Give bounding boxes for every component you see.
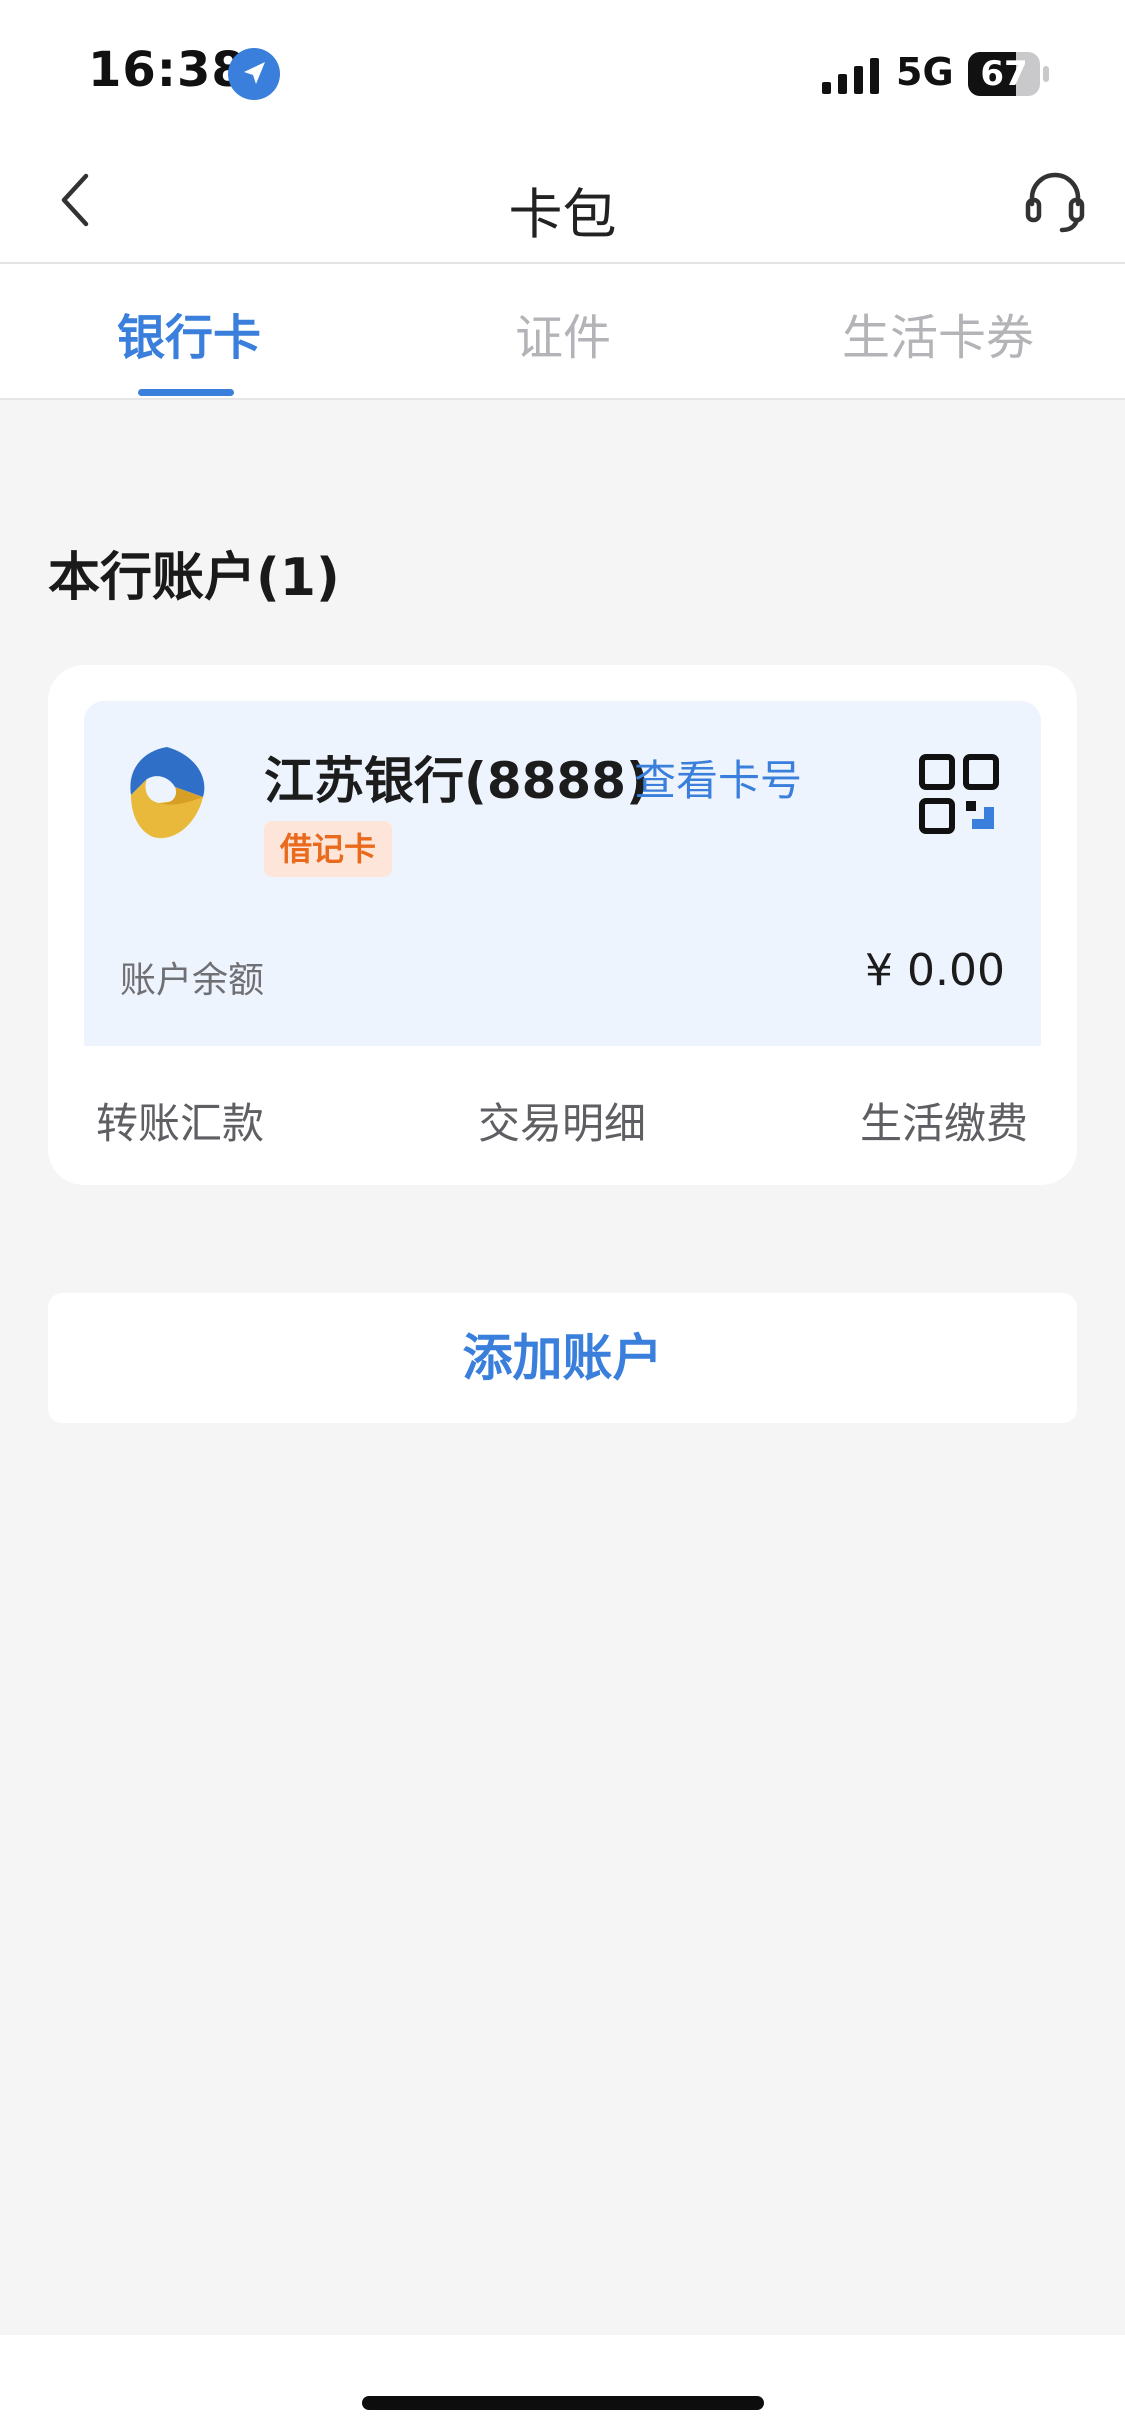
card-summary[interactable]: 江苏银行(8888) 查看卡号 借记卡 账户余额 ¥ 0.00 xyxy=(84,701,1041,1046)
tab-certificates[interactable]: 证件 xyxy=(515,298,611,368)
section-title: 本行账户(1) xyxy=(48,548,340,608)
tab-active-indicator xyxy=(138,389,234,396)
network-label: 5G xyxy=(896,50,954,94)
balance-value: ¥ 0.00 xyxy=(865,945,1005,996)
tab-life-coupons[interactable]: 生活卡券 xyxy=(842,298,1034,368)
status-time: 16:38 xyxy=(88,42,246,98)
action-utility-payment[interactable]: 生活缴费 xyxy=(860,1090,1028,1151)
bottom-safe-area xyxy=(0,2335,1125,2435)
battery-level: 67 xyxy=(980,54,1028,94)
account-card[interactable]: 江苏银行(8888) 查看卡号 借记卡 账户余额 ¥ 0.00 转账汇款 交易明… xyxy=(48,665,1077,1185)
view-card-number-link[interactable]: 查看卡号 xyxy=(634,747,802,808)
home-indicator[interactable] xyxy=(362,2396,764,2410)
customer-service-icon[interactable] xyxy=(1022,168,1088,234)
tab-bar: 银行卡 证件 生活卡券 xyxy=(0,264,1125,400)
signal-icon xyxy=(822,58,879,94)
action-transaction-details[interactable]: 交易明细 xyxy=(478,1090,646,1151)
balance-label: 账户余额 xyxy=(120,960,265,1001)
nav-bar: 卡包 xyxy=(0,140,1125,264)
tab-bank-card[interactable]: 银行卡 xyxy=(117,298,261,368)
qr-code-icon[interactable] xyxy=(918,753,1000,835)
status-bar: 16:38 5G 67 xyxy=(0,0,1125,140)
location-icon xyxy=(228,48,280,100)
action-transfer[interactable]: 转账汇款 xyxy=(96,1090,264,1151)
bank-logo xyxy=(130,747,205,839)
page-title: 卡包 xyxy=(508,183,617,246)
bank-name: 江苏银行(8888) xyxy=(264,752,649,810)
card-type-badge: 借记卡 xyxy=(264,821,392,877)
add-account-button[interactable]: 添加账户 xyxy=(48,1293,1077,1423)
